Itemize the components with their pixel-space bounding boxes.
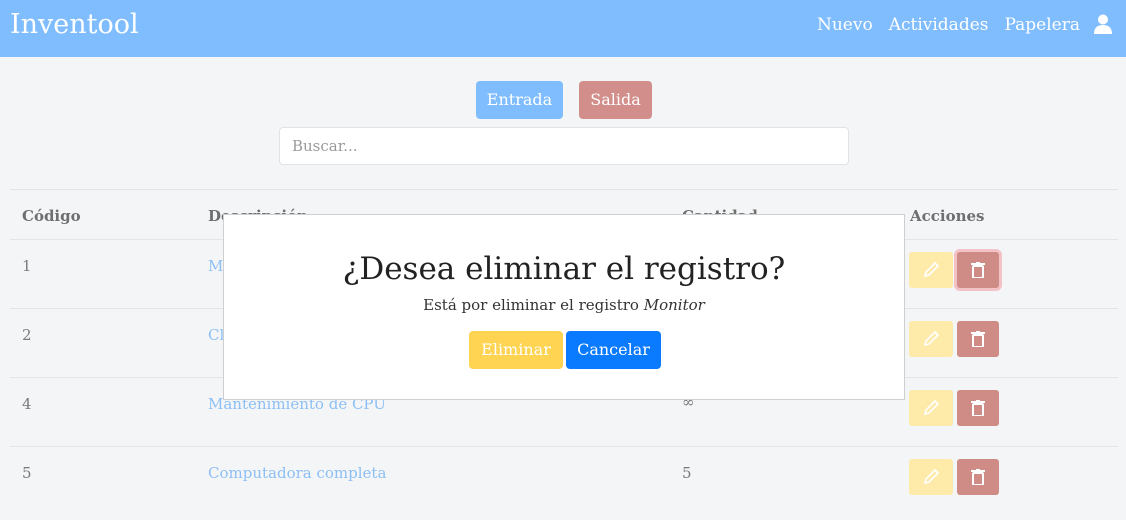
nav-item-actividades[interactable]: Actividades [889, 13, 989, 37]
trash-icon [971, 400, 985, 416]
trash-icon [971, 262, 985, 278]
user-icon[interactable] [1094, 14, 1112, 34]
modal-record-name: Monitor [643, 296, 705, 314]
pencil-icon [923, 261, 940, 278]
eliminar-button[interactable]: Eliminar [469, 331, 563, 369]
pencil-icon [923, 399, 940, 416]
row-descripcion-link[interactable]: Computadora completa [208, 463, 386, 483]
delete-button[interactable] [957, 252, 999, 288]
modal-message-text: Está por eliminar el registro [423, 296, 639, 314]
row-codigo: 5 [22, 464, 32, 482]
nav-item-nuevo[interactable]: Nuevo [817, 13, 873, 37]
edit-button[interactable] [909, 321, 953, 357]
modal-message: Está por eliminar el registro Monitor [224, 295, 904, 315]
row-codigo: 4 [22, 395, 32, 413]
pencil-icon [923, 330, 940, 347]
row-descripcion-link[interactable]: M [208, 256, 223, 276]
entrada-button[interactable]: Entrada [476, 81, 563, 119]
delete-button[interactable] [957, 390, 999, 426]
column-header-acciones: Acciones [910, 207, 985, 225]
salida-button[interactable]: Salida [579, 81, 652, 119]
row-cantidad: 5 [682, 464, 692, 482]
table-divider [10, 189, 1118, 190]
row-codigo: 2 [22, 326, 32, 344]
modal-title: ¿Desea eliminar el registro? [342, 251, 786, 287]
cancelar-button[interactable]: Cancelar [566, 331, 661, 369]
delete-button[interactable] [957, 459, 999, 495]
pencil-icon [923, 468, 940, 485]
row-codigo: 1 [22, 257, 32, 275]
edit-button[interactable] [909, 459, 953, 495]
row-descripcion-link[interactable]: Cl [208, 325, 224, 345]
column-header-codigo: Código [22, 207, 81, 225]
trash-icon [971, 331, 985, 347]
edit-button[interactable] [909, 252, 953, 288]
navbar: Inventool Nuevo Actividades Papelera [0, 0, 1126, 57]
table-divider [10, 446, 1118, 447]
edit-button[interactable] [909, 390, 953, 426]
app-brand[interactable]: Inventool [10, 6, 139, 44]
nav-links: Nuevo Actividades Papelera [817, 13, 1080, 37]
nav-item-papelera[interactable]: Papelera [1004, 13, 1080, 37]
confirm-delete-modal: ¿Desea eliminar el registro? Está por el… [223, 214, 905, 400]
trash-icon [971, 469, 985, 485]
delete-button[interactable] [957, 321, 999, 357]
search-input[interactable]: Buscar... [279, 127, 849, 165]
